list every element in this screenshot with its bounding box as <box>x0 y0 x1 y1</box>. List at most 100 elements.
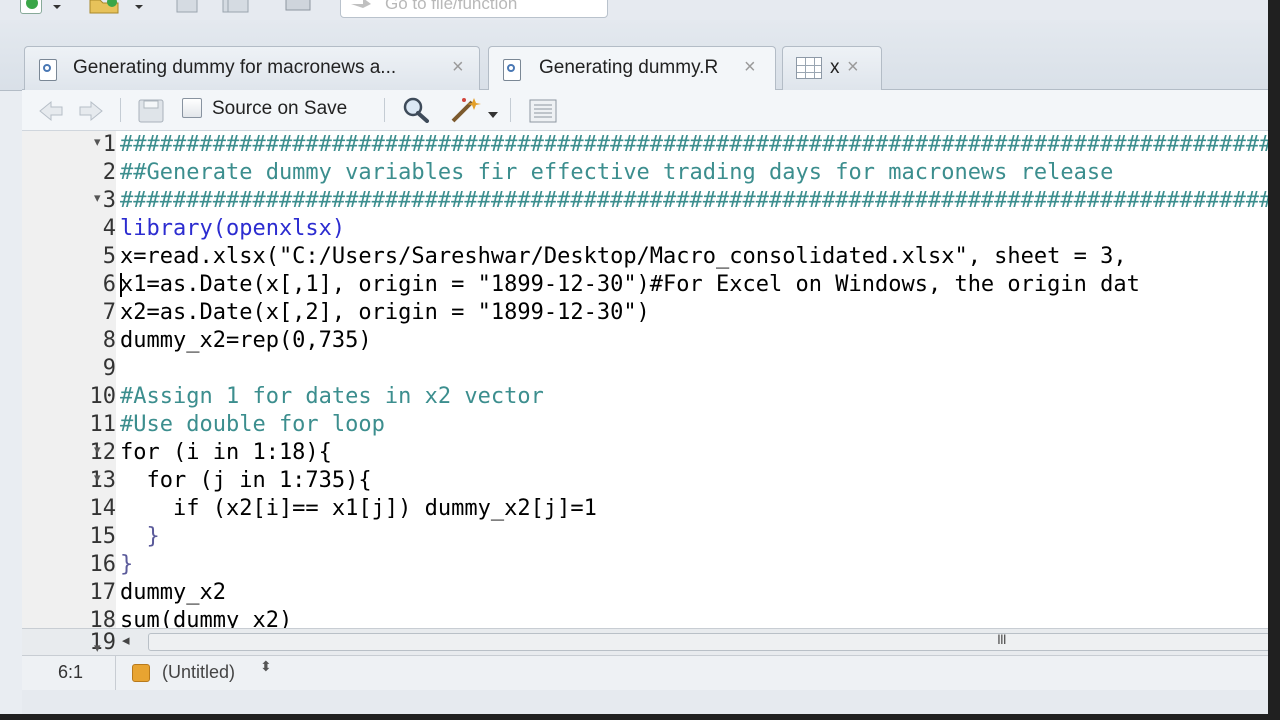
line-number: 5 <box>102 244 116 269</box>
fold-toggle-icon[interactable]: ▾ <box>94 470 101 486</box>
horizontal-scrollbar[interactable]: 19 ▾ ◂ III <box>22 628 1268 655</box>
line-number: 14 <box>89 496 117 521</box>
code-line: 17 dummy_x2 <box>22 579 1268 607</box>
code-text: x=read.xlsx("C:/Users/Sareshwar/Desktop/… <box>120 244 1127 269</box>
code-line: 12 ▾ for (i in 1:18){ <box>22 439 1268 467</box>
code-editor[interactable]: 1 ▾ ####################################… <box>22 131 1268 628</box>
line-number: 6 <box>102 272 116 297</box>
code-text: #Assign 1 for dates in x2 vector <box>120 384 544 409</box>
code-line: 5 x=read.xlsx("C:/Users/Sareshwar/Deskto… <box>22 243 1268 271</box>
scope-updown-icon[interactable]: ⬍ <box>260 659 272 673</box>
cursor-position: 6:1 <box>58 662 84 682</box>
go-to-arrow-icon <box>351 0 371 8</box>
code-text: x1=as.Date(x[,1], origin = "1899-12-30")… <box>120 272 1140 297</box>
back-arrow-icon[interactable] <box>38 100 64 127</box>
tab-generating-dummy-macronews[interactable]: Generating dummy for macronews a... × <box>24 46 480 90</box>
open-folder-icon[interactable] <box>88 0 122 14</box>
scroll-left-icon[interactable]: ◂ <box>122 631 130 649</box>
code-text: #Use double for loop <box>120 412 385 437</box>
code-line: 13 ▾ for (j in 1:735){ <box>22 467 1268 495</box>
code-text: dummy_x2 <box>120 580 226 605</box>
window-edge <box>0 714 1280 720</box>
code-text: for (i in 1:18){ <box>120 440 332 465</box>
code-text: ########################################… <box>120 188 1268 213</box>
tab-label: Generating dummy for macronews a... <box>73 57 397 78</box>
line-number: 18 <box>89 608 117 628</box>
code-text: ########################################… <box>120 132 1268 157</box>
rstudio-window: Go to file/function Generating dummy for… <box>0 0 1268 714</box>
line-number: 15 <box>89 524 117 549</box>
editor-toolbar: Source on Save <box>22 90 1268 131</box>
new-file-icon[interactable] <box>20 0 42 14</box>
code-line: 7 x2=as.Date(x[,2], origin = "1899-12-30… <box>22 299 1268 327</box>
print-icon[interactable] <box>284 0 312 14</box>
save-icon[interactable] <box>176 0 198 14</box>
fold-toggle-icon[interactable]: ▾ <box>94 442 101 458</box>
status-separator <box>115 656 116 690</box>
code-line: 4 library(openxlsx) <box>22 215 1268 243</box>
scope-icon <box>132 664 150 682</box>
code-line: 2 ##Generate dummy variables fir effecti… <box>22 159 1268 187</box>
scope-selector[interactable]: (Untitled) <box>162 662 235 683</box>
r-document-icon <box>503 59 521 81</box>
line-number: 4 <box>102 216 116 241</box>
tab-data-x[interactable]: x × <box>782 46 882 90</box>
line-number: 19 <box>89 630 117 655</box>
code-line: 16 } <box>22 551 1268 579</box>
window-edge <box>1268 0 1280 720</box>
line-number: 13 <box>89 468 117 493</box>
code-line: 1 ▾ ####################################… <box>22 131 1268 159</box>
scrollbar-grip-icon: III <box>997 631 1007 647</box>
line-number: 1 <box>102 132 116 157</box>
source-on-save-checkbox[interactable] <box>182 98 202 118</box>
data-grid-icon <box>796 57 822 79</box>
close-icon[interactable]: × <box>452 56 464 79</box>
source-on-save-label: Source on Save <box>212 98 348 119</box>
search-icon[interactable] <box>402 97 430 128</box>
code-line: 11 #Use double for loop <box>22 411 1268 439</box>
go-to-file-function-input[interactable]: Go to file/function <box>340 0 608 18</box>
fold-toggle-icon[interactable]: ▾ <box>94 190 101 206</box>
save-all-icon[interactable] <box>222 0 250 14</box>
lower-pane-edge <box>22 690 1268 714</box>
code-line: 3 ▾ ####################################… <box>22 187 1268 215</box>
scrollbar-thumb[interactable]: III <box>148 631 1268 651</box>
close-icon[interactable]: × <box>744 56 756 79</box>
code-text: library(openxlsx) <box>120 216 346 241</box>
code-line: 14 if (x2[i]== x1[j]) dummy_x2[j]=1 <box>22 495 1268 523</box>
dropdown-arrow-icon[interactable] <box>52 0 62 14</box>
code-line: 6 x1=as.Date(x[,1], origin = "1899-12-30… <box>22 271 1268 299</box>
save-icon[interactable] <box>138 99 164 128</box>
code-text: x2=as.Date(x[,2], origin = "1899-12-30") <box>120 300 650 325</box>
r-document-icon <box>39 59 57 81</box>
line-number: 8 <box>102 328 116 353</box>
code-text: ##Generate dummy variables fir effective… <box>120 160 1114 185</box>
toolbar-separator <box>120 98 121 122</box>
code-tools-wand-icon[interactable] <box>450 96 484 129</box>
code-line: 18 sum(dummy_x2) <box>22 607 1268 628</box>
code-line: 15 } <box>22 523 1268 551</box>
close-icon[interactable]: × <box>847 56 859 79</box>
line-number: 10 <box>89 384 117 409</box>
tab-generating-dummy-r[interactable]: Generating dummy.R × <box>488 46 776 91</box>
code-text: sum(dummy_x2) <box>120 608 293 628</box>
code-line: 10 #Assign 1 for dates in x2 vector <box>22 383 1268 411</box>
tab-label: Generating dummy.R <box>539 57 719 78</box>
code-text: } <box>120 552 134 577</box>
line-number: 16 <box>89 552 117 577</box>
compile-report-icon[interactable] <box>528 99 558 128</box>
text-cursor <box>120 273 122 297</box>
code-text: } <box>120 524 160 549</box>
forward-arrow-icon[interactable] <box>78 100 104 127</box>
main-toolbar: Go to file/function <box>0 0 1268 20</box>
line-number: 2 <box>102 160 116 185</box>
dropdown-arrow-icon[interactable] <box>134 0 144 14</box>
code-text: for (j in 1:735){ <box>120 468 372 493</box>
line-number: 9 <box>102 356 116 381</box>
fold-toggle-icon[interactable]: ▾ <box>94 134 101 150</box>
fold-toggle-icon[interactable]: ▾ <box>94 640 101 656</box>
dropdown-arrow-icon[interactable] <box>488 106 498 124</box>
toolbar-separator <box>510 98 511 122</box>
line-number: 7 <box>102 300 116 325</box>
line-number: 3 <box>102 188 116 213</box>
